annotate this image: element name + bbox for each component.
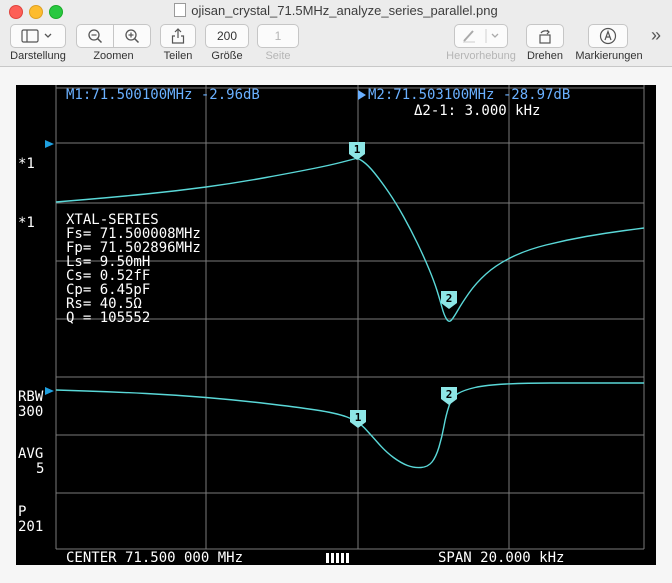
zoom-label: Zoomen bbox=[93, 50, 134, 62]
markup-icon bbox=[599, 27, 617, 45]
battery-indicator bbox=[326, 553, 349, 563]
window-title: ojisan_crystal_71.5MHz_analyze_series_pa… bbox=[0, 3, 672, 18]
share-button[interactable] bbox=[160, 24, 196, 48]
svg-text:1: 1 bbox=[354, 143, 361, 156]
view-label: Darstellung bbox=[10, 50, 66, 62]
svg-text:2: 2 bbox=[446, 292, 453, 305]
title-bar: ojisan_crystal_71.5MHz_analyze_series_pa… bbox=[0, 0, 672, 22]
highlight-button[interactable] bbox=[454, 24, 508, 48]
span-readout: SPAN 20.000 kHz bbox=[438, 550, 565, 566]
share-label: Teilen bbox=[163, 50, 193, 62]
page-label: Seite bbox=[265, 50, 291, 62]
file-icon bbox=[174, 3, 187, 17]
vna-screen-image: 1 2 1 2 M1:71.500100MHz -2.96dB M2:71.50… bbox=[16, 85, 656, 565]
rbw-value: 300 bbox=[18, 404, 44, 420]
zoom-out-button[interactable] bbox=[76, 24, 114, 48]
scale-top: *1 bbox=[18, 156, 35, 172]
zoom-out-icon bbox=[88, 29, 103, 44]
preview-window: ojisan_crystal_71.5MHz_analyze_series_pa… bbox=[0, 0, 672, 583]
markup-button[interactable] bbox=[588, 24, 628, 48]
rotate-label: Drehen bbox=[526, 50, 564, 62]
highlighter-icon bbox=[463, 29, 499, 43]
scale-mid: *1 bbox=[18, 215, 35, 231]
zoom-in-icon bbox=[125, 29, 140, 44]
share-icon bbox=[171, 28, 185, 44]
marker1-readout: M1:71.500100MHz -2.96dB bbox=[66, 87, 260, 103]
reference-arrow-bottom bbox=[45, 387, 54, 395]
markup-label: Markierungen bbox=[575, 50, 643, 62]
zoom-in-button[interactable] bbox=[113, 24, 151, 48]
sidebar-icon bbox=[21, 29, 52, 43]
marker2-readout: M2:71.503100MHz -28.97dB bbox=[368, 87, 571, 103]
avg-label: AVG bbox=[18, 446, 44, 462]
trace-logmag bbox=[55, 382, 644, 469]
center-frequency: CENTER 71.500 000 MHz bbox=[66, 550, 244, 566]
points-label: P bbox=[18, 504, 27, 520]
more-toolbar-items-icon[interactable]: » bbox=[651, 25, 661, 46]
rotate-button[interactable] bbox=[526, 24, 564, 48]
svg-text:2: 2 bbox=[446, 388, 453, 401]
delta-readout: Δ2-1: 3.000 kHz bbox=[414, 103, 541, 119]
crystal-analysis-panel: XTAL-SERIES Fs= 71.500008MHz Fp= 71.5028… bbox=[66, 212, 201, 326]
reference-arrow-top bbox=[45, 140, 54, 148]
rotate-icon bbox=[539, 29, 551, 44]
size-label: Größe bbox=[211, 50, 243, 62]
svg-text:1: 1 bbox=[355, 411, 362, 424]
points-value: 201 bbox=[18, 519, 44, 535]
page-field[interactable]: 1 bbox=[257, 24, 299, 48]
view-menu-button[interactable] bbox=[10, 24, 66, 48]
highlight-label: Hervorhebung bbox=[446, 50, 516, 62]
active-marker-arrow bbox=[358, 90, 366, 100]
side-letters: D R S T X bbox=[18, 230, 27, 302]
rbw-label: RBW bbox=[18, 389, 44, 405]
avg-value: 5 bbox=[36, 461, 45, 477]
size-field[interactable]: 200 bbox=[205, 24, 249, 48]
